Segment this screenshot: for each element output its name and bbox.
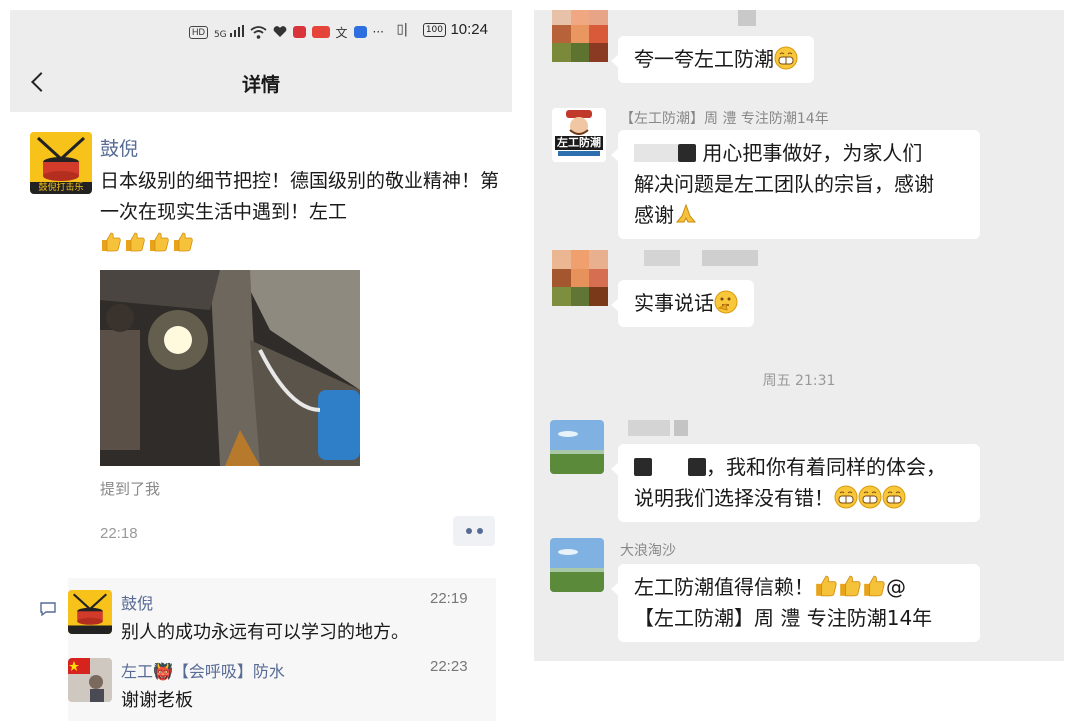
wifi-icon [249, 25, 267, 39]
thinking-emoji-icon [714, 290, 738, 314]
moments-detail-screen: HD 5G 文 ··· ▯| 100 10:24 详情 鼓倪打击乐 鼓倪 日本级… [10, 10, 512, 721]
comment-text: 别人的成功永远有可以学习的地方。 [121, 622, 409, 643]
redacted-block [652, 458, 688, 476]
redacted-block [678, 144, 696, 162]
more-notifications: ··· [372, 25, 384, 39]
thumbs-up-icon [840, 575, 861, 597]
group-chat-screen: 夸一夸左工防潮 左工防潮 【左工防潮】周 澧 专注防潮14年 用心把事做好，为家… [534, 10, 1064, 661]
grin-emoji-icon [774, 46, 798, 70]
status-bar: HD 5G 文 ··· ▯| 100 10:24 [10, 10, 512, 54]
redacted-block [634, 458, 652, 476]
chat-message[interactable]: 实事说话 [611, 280, 754, 327]
author-avatar[interactable]: 鼓倪打击乐 [30, 132, 92, 194]
message-line: 用心把事做好，为家人们 [634, 138, 964, 169]
nav-bar: 详情 [10, 54, 512, 112]
status-icons: HD 5G 文 ··· [188, 22, 384, 42]
more-actions-button[interactable] [453, 516, 495, 546]
author-avatar-label: 鼓倪打击乐 [38, 183, 84, 193]
redacted-block [688, 458, 706, 476]
message-text: 夸一夸左工防潮 [634, 47, 774, 71]
sender-name-blurred [628, 420, 688, 436]
thumbs-up-icon [126, 232, 145, 252]
post-time: 22:18 [100, 525, 138, 542]
thumbs-up-icon [816, 575, 837, 597]
message-text: 左工防潮值得信赖！ [634, 575, 814, 599]
time-divider: 周五 21:31 [762, 373, 836, 389]
5g-label: 5G [213, 29, 227, 40]
message-text: 说明我们选择没有错！ [634, 486, 834, 510]
chat-message[interactable]: ，我和你有着同样的体会， 说明我们选择没有错！ [611, 444, 980, 522]
message-line: 说明我们选择没有错！ [634, 483, 964, 514]
redacted-block [634, 144, 678, 162]
sender-name: 大浪淘沙 [620, 543, 676, 559]
author-name[interactable]: 鼓倪 [100, 134, 138, 161]
message-line: 左工防潮值得信赖！ @ [634, 572, 964, 603]
comment-time: 22:19 [430, 590, 468, 607]
comment-icon [40, 602, 56, 616]
message-text: 【左工防潮】周 澧 专注防潮14年 [634, 606, 933, 630]
grin-emoji-icon [882, 485, 906, 509]
chat-message[interactable]: 夸一夸左工防潮 [611, 36, 814, 83]
message-text: 解决问题是左工团队的宗旨，感谢 [634, 172, 934, 196]
thumbs-up-icon [150, 232, 169, 252]
comment-author[interactable]: 鼓倪 [121, 590, 153, 614]
mention-text: 提到了我 [100, 480, 161, 498]
post-photo[interactable] [100, 270, 360, 466]
sender-avatar[interactable] [550, 420, 604, 474]
message-text: 感谢 [634, 203, 674, 227]
message-line: 感谢 [634, 200, 964, 231]
thumbs-up-icon [864, 575, 885, 597]
app-notify-icon [292, 26, 306, 38]
commenter-avatar[interactable] [68, 658, 112, 702]
message-text: 用心把事做好，为家人们 [702, 141, 923, 165]
message-text: 实事说话 [634, 291, 714, 315]
signal-5g-icon: 5G [213, 24, 244, 40]
sender-name-blurred [644, 250, 758, 266]
post-text: 日本级别的细节把控！德国级别的敬业精神！第一次在现实生活中遇到！左工 [100, 170, 500, 223]
thumbs-up-icon [102, 232, 121, 252]
sender-avatar[interactable] [550, 538, 604, 592]
chat-message[interactable]: 左工防潮值得信赖！ @ 【左工防潮】周 澧 专注防潮14年 [611, 564, 980, 642]
sender-name-blurred [738, 10, 756, 26]
comment-text: 谢谢老板 [121, 690, 193, 711]
status-time: 10:24 [450, 21, 488, 38]
hd-badge: HD [188, 25, 208, 39]
commenter-avatar[interactable] [68, 590, 112, 634]
sender-avatar-blurred[interactable] [552, 250, 608, 306]
thumbs-up-icon [174, 232, 193, 252]
thumbs-up-row [100, 231, 194, 253]
battery-icon: 100 [422, 23, 446, 37]
comment-author[interactable]: 左工👹【会呼吸】防水 [121, 658, 285, 682]
sender-avatar-blurred[interactable] [552, 10, 608, 62]
message-text: ，我和你有着同样的体会， [706, 455, 946, 479]
toutiao-icon [311, 26, 330, 38]
message-line: ，我和你有着同样的体会， [634, 452, 964, 483]
sender-name: 【左工防潮】周 澧 专注防潮14年 [620, 111, 829, 127]
translate-icon: 文 [335, 25, 348, 40]
vibrate-icon: ▯| [396, 22, 408, 37]
qq-icon [353, 26, 367, 38]
chat-message[interactable]: 用心把事做好，为家人们 解决问题是左工团队的宗旨，感谢 感谢 [611, 130, 980, 239]
heart-icon [273, 26, 286, 37]
grin-emoji-icon [834, 485, 858, 509]
sender-avatar-label: 左工防潮 [557, 136, 601, 149]
sender-avatar[interactable]: 左工防潮 [552, 108, 606, 162]
folded-hands-icon [675, 203, 697, 223]
message-text: @ [886, 575, 906, 599]
grin-emoji-icon [858, 485, 882, 509]
page-title: 详情 [241, 74, 280, 96]
comment-time: 22:23 [430, 658, 468, 675]
